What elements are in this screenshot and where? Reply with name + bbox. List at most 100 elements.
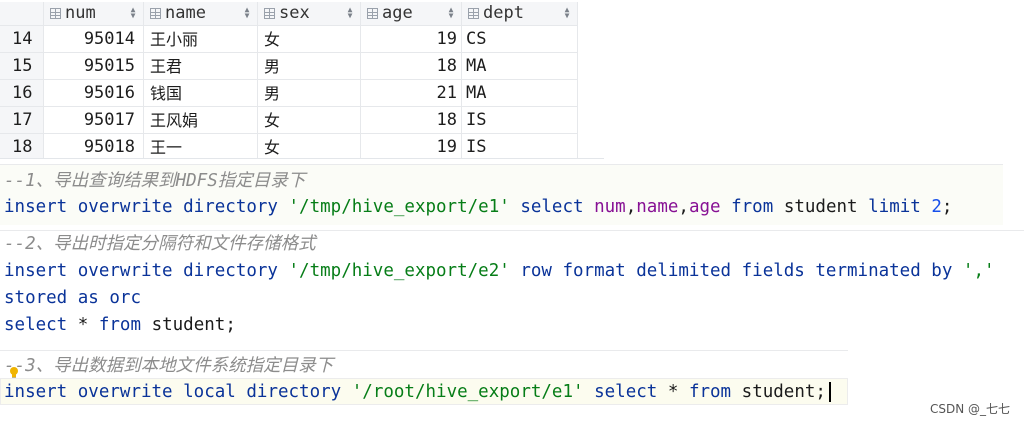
row-index: 16 bbox=[0, 80, 44, 107]
keyword: select bbox=[520, 197, 584, 217]
keyword: limit bbox=[868, 197, 921, 217]
sql-line[interactable]: stored as orc bbox=[4, 285, 141, 311]
keyword: select bbox=[4, 315, 68, 335]
keyword: stored bbox=[4, 288, 68, 308]
cell-name[interactable]: 钱国 bbox=[144, 80, 258, 107]
keyword: format bbox=[562, 261, 626, 281]
cell-dept[interactable]: MA bbox=[462, 80, 578, 107]
column-header-age[interactable]: age ▲ ▼ bbox=[361, 2, 462, 26]
cell-age[interactable]: 18 bbox=[361, 107, 462, 134]
table-column-icon bbox=[264, 8, 275, 19]
sql-line[interactable]: insert overwrite local directory '/root/… bbox=[4, 379, 826, 405]
column-ref: name bbox=[636, 197, 679, 217]
cell-age[interactable]: 19 bbox=[361, 26, 462, 53]
sort-icon[interactable]: ▲ ▼ bbox=[563, 6, 571, 20]
cell-age[interactable]: 21 bbox=[361, 80, 462, 107]
table-column-icon bbox=[468, 8, 479, 19]
row-index: 18 bbox=[0, 134, 44, 158]
cell-dept[interactable]: IS bbox=[462, 134, 578, 158]
sort-icon[interactable]: ▲ ▼ bbox=[129, 6, 137, 20]
keyword: as bbox=[77, 288, 99, 308]
sql-line[interactable]: insert overwrite directory '/tmp/hive_ex… bbox=[4, 258, 995, 284]
column-header-label: dept bbox=[483, 3, 524, 23]
keyword: overwrite bbox=[77, 261, 173, 281]
keyword: insert bbox=[4, 382, 68, 402]
comment-text: -3、导出数据到本地文件系统指定目录下 bbox=[14, 356, 334, 376]
table-row[interactable]: 14 95014 王小丽 女 19 CS bbox=[0, 26, 578, 53]
row-index: 14 bbox=[0, 26, 44, 53]
keyword: terminated bbox=[815, 261, 921, 281]
column-ref: age bbox=[688, 197, 721, 217]
sql-line[interactable]: insert overwrite directory '/tmp/hive_ex… bbox=[4, 194, 952, 220]
cell-sex[interactable]: 男 bbox=[258, 80, 361, 107]
cell-age[interactable]: 18 bbox=[361, 53, 462, 80]
cell-dept[interactable]: IS bbox=[462, 107, 578, 134]
cell-num[interactable]: 95015 bbox=[44, 53, 144, 80]
column-header-label: age bbox=[382, 3, 413, 23]
string-literal: '/root/hive_export/e1' bbox=[351, 382, 584, 402]
cell-name[interactable]: 王风娟 bbox=[144, 107, 258, 134]
cell-age[interactable]: 19 bbox=[361, 134, 462, 158]
table-column-icon bbox=[50, 8, 61, 19]
sql-comment: --3、导出数据到本地文件系统指定目录下 bbox=[4, 353, 333, 379]
cell-name[interactable]: 王君 bbox=[144, 53, 258, 80]
result-grid: num ▲ ▼ name ▲ ▼ sex ▲ ▼ age ▲ ▼ dept ▲ ▼ 14 … bbox=[0, 0, 604, 159]
cell-num[interactable]: 95018 bbox=[44, 134, 144, 158]
table-ref: student bbox=[741, 382, 816, 402]
cell-dept[interactable]: CS bbox=[462, 26, 578, 53]
cell-sex[interactable]: 女 bbox=[258, 26, 361, 53]
keyword: directory bbox=[183, 197, 278, 217]
keyword: from bbox=[98, 315, 142, 335]
cell-name[interactable]: 王小丽 bbox=[144, 26, 258, 53]
sql-line[interactable]: select * from student; bbox=[4, 312, 236, 338]
cell-num[interactable]: 95017 bbox=[44, 107, 144, 134]
sort-icon[interactable]: ▲ ▼ bbox=[346, 6, 354, 20]
grid-header: num ▲ ▼ name ▲ ▼ sex ▲ ▼ age ▲ ▼ dept ▲ ▼ bbox=[0, 2, 578, 26]
table-row[interactable]: 15 95015 王君 男 18 MA bbox=[0, 53, 578, 80]
operator: * bbox=[77, 315, 89, 335]
punctuation: ; bbox=[225, 315, 236, 335]
keyword: fields bbox=[741, 261, 805, 281]
sql-editor[interactable]: --1、导出查询结果到HDFS指定目录下 insert overwrite di… bbox=[0, 164, 1024, 425]
cell-num[interactable]: 95016 bbox=[44, 80, 144, 107]
cell-name[interactable]: 王一 bbox=[144, 134, 258, 158]
cell-dept[interactable]: MA bbox=[462, 53, 578, 80]
keyword: select bbox=[594, 382, 658, 402]
column-header-num[interactable]: num ▲ ▼ bbox=[44, 2, 144, 26]
string-literal: ',' bbox=[962, 261, 995, 281]
table-row[interactable]: 17 95017 王风娟 女 18 IS bbox=[0, 107, 578, 134]
keyword: overwrite bbox=[77, 382, 173, 402]
sort-icon[interactable]: ▲ ▼ bbox=[447, 6, 455, 20]
column-header-label: name bbox=[165, 3, 206, 23]
column-header-dept[interactable]: dept ▲ ▼ bbox=[462, 2, 578, 26]
table-row[interactable]: 16 95016 钱国 男 21 MA bbox=[0, 80, 578, 107]
table-row[interactable]: 18 95018 王一 女 19 IS bbox=[0, 134, 578, 158]
sql-comment: --1、导出查询结果到HDFS指定目录下 bbox=[4, 171, 306, 191]
header-row-index bbox=[0, 2, 44, 26]
cell-sex[interactable]: 女 bbox=[258, 134, 361, 158]
column-header-sex[interactable]: sex ▲ ▼ bbox=[258, 2, 361, 26]
keyword: row bbox=[520, 261, 552, 281]
keyword: delimited bbox=[636, 261, 732, 281]
cell-num[interactable]: 95014 bbox=[44, 26, 144, 53]
text-caret bbox=[829, 382, 831, 402]
table-ref: student bbox=[783, 197, 858, 217]
keyword: directory bbox=[246, 382, 342, 402]
string-literal: '/tmp/hive_export/e1' bbox=[288, 197, 510, 217]
row-index: 17 bbox=[0, 107, 44, 134]
number-literal: 2 bbox=[931, 197, 942, 217]
column-header-name[interactable]: name ▲ ▼ bbox=[144, 2, 258, 26]
column-ref: num bbox=[594, 197, 626, 217]
watermark: CSDN @_七七 bbox=[929, 402, 1010, 416]
table-ref: student bbox=[151, 315, 226, 335]
punctuation: , bbox=[625, 197, 637, 217]
keyword: from bbox=[731, 197, 774, 217]
cell-sex[interactable]: 女 bbox=[258, 107, 361, 134]
punctuation: , bbox=[678, 197, 689, 217]
sql-comment: --2、导出时指定分隔符和文件存储格式 bbox=[4, 234, 316, 254]
row-index: 15 bbox=[0, 53, 44, 80]
table-column-icon bbox=[150, 8, 161, 19]
cell-sex[interactable]: 男 bbox=[258, 53, 361, 80]
keyword: from bbox=[688, 382, 732, 402]
sort-icon[interactable]: ▲ ▼ bbox=[243, 6, 251, 20]
